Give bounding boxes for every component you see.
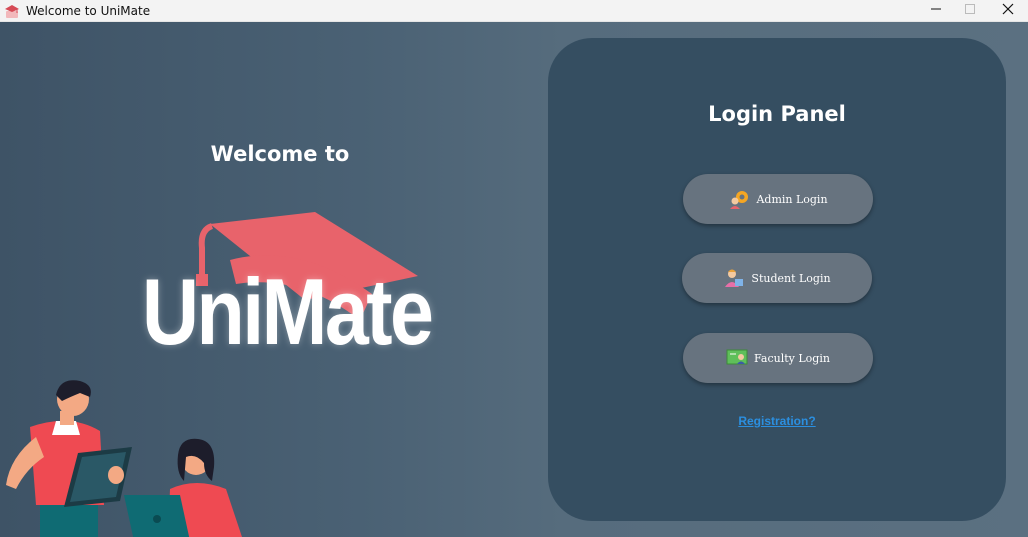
faculty-board-icon (726, 347, 748, 369)
admin-login-label: Admin Login (756, 192, 828, 206)
window-title: Welcome to UniMate (26, 4, 151, 18)
admin-gear-icon (728, 188, 750, 210)
student-login-button[interactable]: Student Login (682, 253, 872, 303)
unimate-logo-text: UniMate (142, 259, 434, 364)
login-panel-title: Login Panel (708, 102, 846, 126)
window-titlebar: Welcome to UniMate (0, 0, 1028, 22)
registration-link[interactable]: Registration? (548, 414, 1006, 428)
window-body: Welcome to UniMate Login Panel Admin Log… (0, 22, 1028, 537)
unimate-cap-icon (4, 3, 20, 19)
student-login-label: Student Login (751, 271, 831, 285)
close-icon (1002, 2, 1014, 20)
minimize-button[interactable] (918, 0, 954, 22)
welcome-heading: Welcome to (210, 142, 350, 166)
admin-login-button[interactable]: Admin Login (683, 174, 873, 224)
maximize-button[interactable] (952, 0, 988, 22)
faculty-login-button[interactable]: Faculty Login (683, 333, 873, 383)
faculty-login-label: Faculty Login (754, 351, 830, 365)
student-icon (723, 267, 745, 289)
close-button[interactable] (990, 0, 1026, 22)
minimize-icon (930, 2, 942, 20)
maximize-icon (964, 2, 976, 20)
students-illustration (6, 380, 242, 537)
login-panel: Login Panel Admin Login Student Login Fa… (548, 38, 1006, 521)
